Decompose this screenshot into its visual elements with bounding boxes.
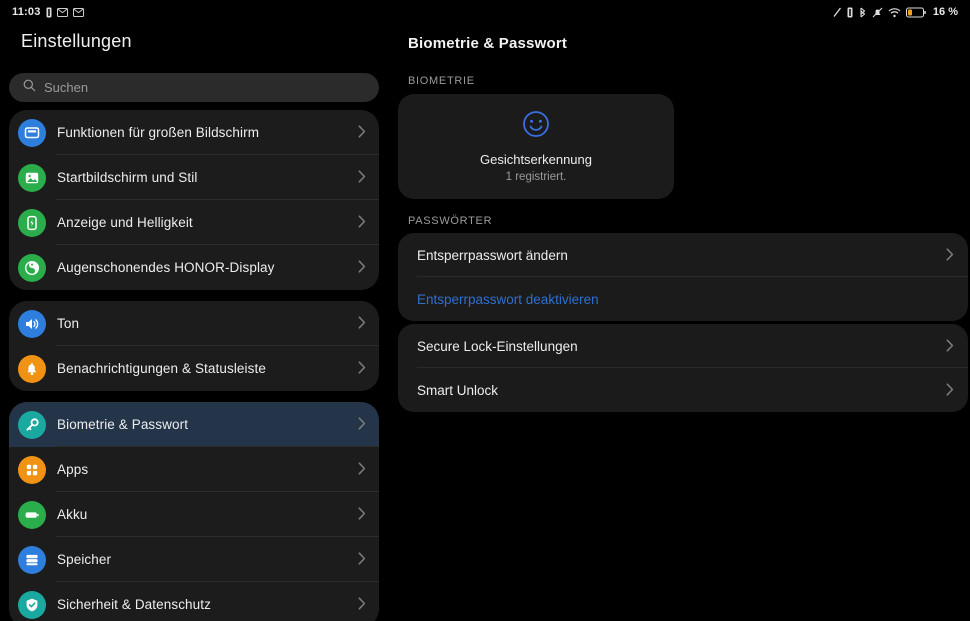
settings-sidebar: Einstellungen Suchen Funktionen für groß… bbox=[0, 0, 388, 621]
sidebar-group: Funktionen für großen Bildschirm Startbil… bbox=[9, 110, 379, 290]
face-smile-icon bbox=[522, 110, 550, 143]
chevron-right-icon bbox=[358, 552, 366, 567]
sidebar-group: Biometrie & Passwort Apps Akku Speicher Sich… bbox=[9, 402, 379, 621]
shield-check-icon bbox=[18, 590, 46, 619]
sidebar-title: Einstellungen bbox=[21, 31, 132, 51]
chevron-right-icon bbox=[358, 507, 366, 522]
sidebar-item-startbildschirm-und-stil[interactable]: Startbildschirm und Stil bbox=[9, 155, 379, 200]
vpn-slash-icon bbox=[833, 7, 842, 18]
chevron-right-icon bbox=[358, 462, 366, 477]
chevron-right-icon bbox=[358, 316, 366, 331]
page-title: Biometrie & Passwort bbox=[408, 35, 568, 52]
chevron-right-icon bbox=[358, 215, 366, 230]
list-item-label: Secure Lock-Einstellungen bbox=[417, 338, 578, 354]
sidebar-item-anzeige-und-helligkeit[interactable]: Anzeige und Helligkeit bbox=[9, 200, 379, 245]
search-icon bbox=[23, 79, 36, 97]
list-item-label: Entsperrpasswort deaktivieren bbox=[417, 291, 599, 307]
search-input[interactable]: Suchen bbox=[9, 73, 379, 102]
list-item[interactable]: Smart Unlock bbox=[398, 368, 968, 412]
sidebar-item-ton[interactable]: Ton bbox=[9, 301, 379, 346]
chevron-right-icon bbox=[358, 125, 366, 140]
sidebar-item-label: Anzeige und Helligkeit bbox=[57, 215, 193, 230]
sidebar-item-label: Funktionen für großen Bildschirm bbox=[57, 125, 260, 140]
sidebar-item-benachrichtigungen-statusleiste[interactable]: Benachrichtigungen & Statusleiste bbox=[9, 346, 379, 391]
sidebar-item-label: Biometrie & Passwort bbox=[57, 417, 189, 432]
battery-small-icon bbox=[847, 7, 853, 18]
mute-bell-icon bbox=[872, 7, 883, 18]
bluetooth-icon bbox=[858, 7, 867, 18]
large-screen-icon bbox=[18, 118, 46, 147]
passwords-card: Entsperrpasswort ändern Entsperrpasswort … bbox=[398, 233, 968, 321]
sidebar-item-label: Apps bbox=[57, 462, 89, 477]
sidebar-item-sicherheit-datenschutz[interactable]: Sicherheit & Datenschutz bbox=[9, 582, 379, 621]
brightness-icon bbox=[18, 208, 46, 237]
status-bar-right: 16 % bbox=[833, 6, 958, 18]
passwords-section-header: PASSWÖRTER bbox=[408, 215, 493, 227]
key-icon bbox=[18, 410, 46, 439]
settings-app-window: 11:03 16 % Einstellungen Suchen Funktion… bbox=[0, 0, 970, 621]
status-clock: 11:03 bbox=[12, 6, 41, 18]
list-item-label: Entsperrpasswort ändern bbox=[417, 247, 568, 263]
home-screen-icon bbox=[18, 163, 46, 192]
sidebar-item-label: Augenschonendes HONOR-Display bbox=[57, 260, 275, 275]
sidebar-item-akku[interactable]: Akku bbox=[9, 492, 379, 537]
apps-grid-icon bbox=[18, 455, 46, 484]
chevron-right-icon bbox=[358, 170, 366, 185]
battery-icon bbox=[905, 7, 926, 18]
sidebar-item-label: Akku bbox=[57, 507, 88, 522]
sidebar-item-label: Ton bbox=[57, 316, 80, 331]
face-recognition-card[interactable]: Gesichtserkennung 1 registriert. bbox=[398, 94, 674, 199]
face-recognition-label: Gesichtserkennung bbox=[479, 152, 592, 167]
content-pane: Biometrie & Passwort BIOMETRIE Gesichtse… bbox=[388, 0, 970, 621]
face-recognition-status: 1 registriert. bbox=[505, 171, 567, 183]
chevron-right-icon bbox=[358, 417, 366, 432]
list-item[interactable]: Entsperrpasswort ändern bbox=[398, 233, 968, 277]
sidebar-item-label: Sicherheit & Datenschutz bbox=[57, 597, 211, 612]
sidebar-group: Ton Benachrichtigungen & Statusleiste bbox=[9, 301, 379, 391]
list-item-label: Smart Unlock bbox=[417, 382, 499, 398]
chevron-right-icon bbox=[946, 338, 954, 354]
status-bar-left: 11:03 bbox=[12, 6, 84, 18]
sidebar-item-augenschonendes-honor-display[interactable]: Augenschonendes HONOR-Display bbox=[9, 245, 379, 290]
chevron-right-icon bbox=[946, 247, 954, 263]
chevron-right-icon bbox=[358, 260, 366, 275]
sidebar-item-label: Benachrichtigungen & Statusleiste bbox=[57, 361, 266, 376]
battery-percent: 16 % bbox=[932, 6, 958, 18]
status-bar: 11:03 16 % bbox=[0, 0, 970, 24]
storage-icon bbox=[18, 545, 46, 574]
lock-settings-card: Secure Lock-Einstellungen Smart Unlock bbox=[398, 324, 968, 412]
sidebar-scroll-area[interactable]: Funktionen für großen Bildschirm Startbil… bbox=[0, 110, 388, 621]
bell-icon bbox=[18, 354, 46, 383]
sidebar-item-label: Startbildschirm und Stil bbox=[57, 170, 198, 185]
biometrics-section-header: BIOMETRIE bbox=[408, 75, 475, 87]
battery-icon bbox=[18, 500, 46, 529]
list-item[interactable]: Entsperrpasswort deaktivieren bbox=[398, 277, 968, 321]
battery-small-icon bbox=[46, 7, 52, 18]
sidebar-item-biometrie-passwort[interactable]: Biometrie & Passwort bbox=[9, 402, 379, 447]
sidebar-item-funktionen-f-r-gro-en-bildschirm[interactable]: Funktionen für großen Bildschirm bbox=[9, 110, 379, 155]
chevron-right-icon bbox=[946, 382, 954, 398]
eye-comfort-icon bbox=[18, 253, 46, 282]
message-icon bbox=[56, 7, 68, 17]
sound-icon bbox=[18, 309, 46, 338]
sidebar-item-speicher[interactable]: Speicher bbox=[9, 537, 379, 582]
chevron-right-icon bbox=[358, 597, 366, 612]
list-item[interactable]: Secure Lock-Einstellungen bbox=[398, 324, 968, 368]
wifi-icon bbox=[888, 7, 901, 18]
search-placeholder: Suchen bbox=[44, 80, 89, 95]
sidebar-item-label: Speicher bbox=[57, 552, 112, 567]
message-icon bbox=[72, 7, 84, 17]
chevron-right-icon bbox=[358, 361, 366, 376]
sidebar-item-apps[interactable]: Apps bbox=[9, 447, 379, 492]
